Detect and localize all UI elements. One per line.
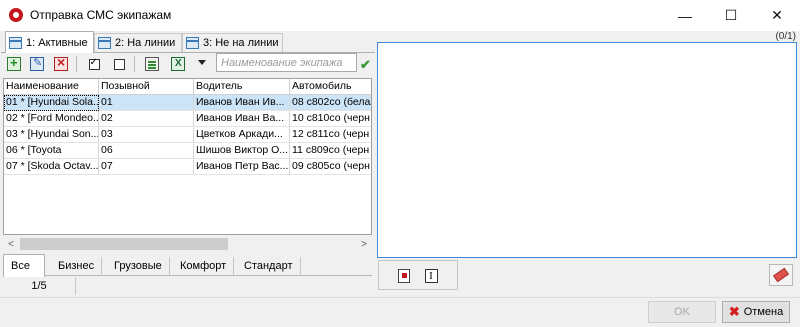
- search-apply-icon[interactable]: ✔: [360, 57, 371, 73]
- message-counter: (0/1): [775, 31, 796, 42]
- toolbar-separator: [76, 56, 77, 72]
- column-header-callsign[interactable]: Позывной: [99, 79, 194, 95]
- window-title: Отправка СМС экипажам: [30, 8, 172, 22]
- cell-name: 02 * [Ford Mondeo...: [4, 111, 99, 127]
- cell-name: 07 * [Skoda Octav...: [4, 159, 99, 175]
- cell-driver: Шишов Виктор О...: [194, 143, 290, 159]
- column-header-driver[interactable]: Водитель: [194, 79, 290, 95]
- cell-name: 03 * [Hyundai Son...: [4, 127, 99, 143]
- eraser-icon: [772, 267, 790, 283]
- category-tab-comfort[interactable]: Комфорт: [173, 257, 235, 276]
- cancel-icon: ✖: [728, 304, 740, 319]
- column-header-name[interactable]: Наименование: [4, 79, 99, 95]
- table-row[interactable]: 07 * [Skoda Octav... 07 Иванов Петр Вас.…: [4, 159, 371, 175]
- cell-name: 01 * [Hyundai Sola...: [4, 95, 99, 111]
- scroll-left-icon[interactable]: <: [3, 236, 19, 252]
- app-icon: [9, 8, 23, 22]
- delete-icon: [54, 54, 68, 71]
- cancel-button[interactable]: ✖ Отмена: [722, 301, 790, 323]
- cell-car: 08 с802со (белая: [290, 95, 371, 111]
- cancel-label: Отмена: [743, 306, 784, 318]
- ok-button[interactable]: OK: [648, 301, 716, 323]
- table-row[interactable]: 02 * [Ford Mondeo... 02 Иванов Иван Ва..…: [4, 111, 371, 127]
- record-counter: 1/5: [3, 277, 76, 295]
- export-excel-button[interactable]: [168, 54, 188, 74]
- tab-label: 2: На линии: [115, 37, 176, 49]
- check-all-button[interactable]: [84, 54, 104, 74]
- table-row[interactable]: 01 * [Hyundai Sola... 01 Иванов Иван Ив.…: [4, 95, 371, 111]
- horizontal-scrollbar[interactable]: < >: [3, 236, 372, 252]
- cell-car: 11 с809со (черн: [290, 143, 371, 159]
- uncheck-all-button[interactable]: [109, 54, 129, 74]
- excel-icon: [171, 57, 185, 71]
- tab-label: 1: Активные: [26, 36, 88, 49]
- template-icon: [398, 269, 410, 283]
- text-cursor-icon: I: [424, 269, 438, 283]
- add-button[interactable]: [4, 54, 24, 74]
- dropdown-arrow-icon[interactable]: [198, 60, 206, 65]
- cell-callsign: 03: [99, 127, 194, 143]
- scroll-right-icon[interactable]: >: [356, 236, 372, 252]
- category-tab-business[interactable]: Бизнес: [51, 257, 103, 276]
- minimize-button[interactable]: —: [662, 0, 708, 31]
- delete-button[interactable]: [51, 54, 71, 74]
- list-icon: [98, 37, 111, 49]
- cell-driver: Иванов Иван Ва...: [194, 111, 290, 127]
- cell-driver: Цветков Аркади...: [194, 127, 290, 143]
- toolbar-separator: [134, 56, 135, 72]
- category-tab-cargo[interactable]: Грузовые: [107, 257, 170, 276]
- table-row[interactable]: 06 * [Toyota 06 Шишов Виктор О... 11 с80…: [4, 143, 371, 159]
- table-row[interactable]: 03 * [Hyundai Son... 03 Цветков Аркади..…: [4, 127, 371, 143]
- category-tab-standard[interactable]: Стандарт: [237, 257, 301, 276]
- tab-label: 3: Не на линии: [203, 37, 279, 49]
- cell-driver: Иванов Петр Вас...: [194, 159, 290, 175]
- tab-active[interactable]: 1: Активные: [5, 31, 94, 53]
- cell-car: 09 с805со (черн: [290, 159, 371, 175]
- list-icon: [186, 37, 199, 49]
- scroll-thumb[interactable]: [20, 238, 228, 250]
- message-textarea[interactable]: [377, 42, 797, 258]
- close-button[interactable]: ✕: [754, 0, 800, 31]
- divider: [0, 297, 800, 298]
- category-tabs: Все Бизнес Грузовые Комфорт Стандарт: [3, 254, 372, 277]
- properties-icon: [145, 57, 159, 71]
- list-icon: [9, 36, 22, 49]
- table-header: Наименование Позывной Водитель Автомобил…: [4, 79, 371, 95]
- cell-car: 12 с811со (черн: [290, 127, 371, 143]
- category-tab-all[interactable]: Все: [3, 254, 45, 277]
- checkbox-empty-icon: [113, 58, 125, 70]
- crew-table[interactable]: Наименование Позывной Водитель Автомобил…: [3, 78, 372, 235]
- insert-template-button[interactable]: [394, 266, 414, 286]
- edit-button[interactable]: [27, 54, 47, 74]
- cell-driver: Иванов Иван Ив...: [194, 95, 290, 111]
- insert-toolbar: I: [378, 260, 458, 290]
- cell-callsign: 07: [99, 159, 194, 175]
- status-bar: [77, 277, 372, 295]
- search-input[interactable]: [216, 53, 357, 72]
- tab-on-line[interactable]: 2: На линии: [94, 33, 182, 52]
- properties-button[interactable]: [142, 54, 162, 74]
- column-header-car[interactable]: Автомобиль: [290, 79, 371, 95]
- add-icon: [7, 55, 21, 71]
- insert-text-button[interactable]: I: [421, 266, 441, 286]
- checkbox-checked-icon: [88, 57, 100, 70]
- cell-callsign: 01: [99, 95, 194, 111]
- tab-off-line[interactable]: 3: Не на линии: [182, 33, 283, 52]
- cell-car: 10 с810со (черн: [290, 111, 371, 127]
- edit-icon: [30, 56, 44, 71]
- cell-callsign: 02: [99, 111, 194, 127]
- clear-button[interactable]: [769, 264, 793, 286]
- maximize-button[interactable]: ☐: [708, 0, 754, 31]
- cell-callsign: 06: [99, 143, 194, 159]
- cell-name: 06 * [Toyota: [4, 143, 99, 159]
